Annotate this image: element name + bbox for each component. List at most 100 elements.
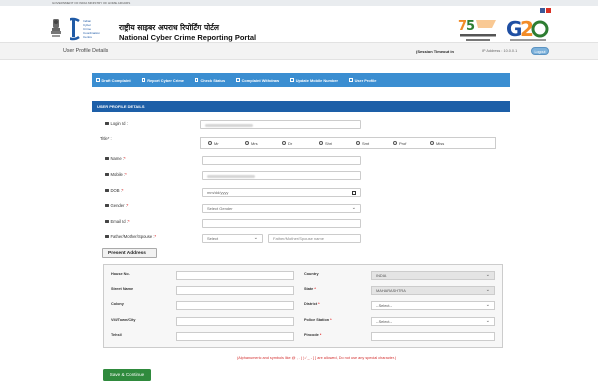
azadi-ka-amrit-mahotsav-logo-icon: 7 5: [458, 19, 496, 41]
street-name-field[interactable]: [176, 286, 294, 295]
login-id-field: [200, 120, 361, 129]
colony-label: Colony: [111, 302, 124, 306]
gender-label: Gender :*: [105, 203, 128, 208]
district-select[interactable]: --Select--: [371, 301, 495, 310]
email-field[interactable]: [202, 219, 361, 228]
nav-label: User Profile: [354, 77, 377, 83]
nav-draft-complaint[interactable]: Draft Complaint: [96, 78, 131, 83]
country-label: Country: [304, 272, 319, 276]
radio-icon: [319, 141, 323, 145]
title-radio-group: Mr Mrs Dr Shri Smt Prof Miss: [200, 137, 496, 149]
colony-field[interactable]: [176, 301, 294, 310]
title-option-mrs[interactable]: Mrs: [238, 141, 275, 146]
city-field[interactable]: [176, 317, 294, 326]
required-mark: *: [126, 203, 129, 208]
withdraw-icon: [236, 78, 240, 82]
gender-text: Gender :: [110, 203, 127, 208]
gender-select[interactable]: Select Gender: [202, 204, 361, 213]
required-mark: *: [319, 333, 322, 337]
envelope-icon: [105, 122, 109, 126]
relation-text: Father/Mother/Spouse :: [110, 234, 155, 239]
country-select[interactable]: INDIA: [371, 271, 495, 280]
phone-icon: [290, 78, 294, 82]
dob-label: DOB :*: [105, 188, 124, 193]
site-header: Indian Cyber Crime Coordination Centre र…: [0, 6, 598, 42]
title-option-miss[interactable]: Miss: [423, 141, 460, 146]
title-opt-label: Mrs: [251, 140, 258, 146]
user-icon: [105, 157, 109, 161]
subheader-bar: User Profile Details (Session Timeout in…: [0, 42, 598, 60]
title-opt-label: Smt: [362, 140, 370, 146]
name-label: Name :*: [105, 156, 126, 161]
email-label: Email Id :*: [105, 219, 130, 224]
portal-title-english: National Cyber Crime Reporting Portal: [119, 33, 257, 42]
nav-label: Update Mobile Number: [295, 77, 339, 83]
nav-report-cyber-crime[interactable]: Report Cyber Crime: [141, 77, 184, 83]
nav-label: Complaint Withdraw: [241, 77, 280, 83]
relation-select[interactable]: Select: [202, 234, 263, 243]
portal-title-hindi: राष्ट्रीय साइबर अपराध रिपोर्टिंग पोर्टल: [119, 23, 220, 32]
ip-address: IP Address : 10.0.0.1: [482, 49, 518, 53]
logout-button[interactable]: Logout: [531, 47, 549, 55]
required-mark: *: [318, 302, 320, 306]
state-text: State: [304, 287, 314, 291]
title-option-smt[interactable]: Smt: [349, 141, 386, 146]
social-icons[interactable]: [540, 7, 552, 15]
present-address-button[interactable]: Present Address: [102, 248, 157, 258]
calendar-icon[interactable]: [352, 191, 356, 195]
save-continue-button[interactable]: Save & Continue: [103, 369, 151, 381]
nav-complaint-withdraw[interactable]: Complaint Withdraw: [236, 78, 279, 83]
national-emblem-icon: [51, 19, 61, 37]
radio-icon: [393, 141, 397, 145]
district-text: District: [304, 302, 318, 306]
user-icon: [349, 78, 353, 82]
dob-placeholder: mm/dd/yyyy: [207, 190, 229, 195]
nav-check-status[interactable]: Check Status: [194, 77, 226, 83]
g20-logo-icon: G 2: [506, 17, 549, 41]
title-label: Title* :: [100, 136, 112, 141]
police-station-select[interactable]: --Select--: [371, 317, 495, 326]
pincode-field[interactable]: [371, 332, 495, 341]
i4c-logo-icon: Indian Cyber Crime Coordination Centre: [70, 17, 100, 41]
title-option-prof[interactable]: Prof: [386, 141, 423, 146]
page-title: User Profile Details: [63, 48, 109, 54]
title-option-dr[interactable]: Dr: [275, 141, 312, 146]
police-station-text: Police Station: [304, 318, 330, 322]
main-nav: Draft Complaint Report Cyber Crime Check…: [92, 73, 510, 87]
envelope-icon: [105, 204, 109, 208]
required-mark: *: [121, 188, 124, 193]
document-icon: [96, 78, 100, 82]
nav-update-mobile[interactable]: Update Mobile Number: [290, 78, 338, 83]
login-id-text: Login Id :: [110, 121, 128, 126]
tehsil-label: Tehsil: [111, 333, 122, 337]
login-id-label: Login Id :: [105, 121, 128, 126]
radio-icon: [430, 141, 434, 145]
radio-icon: [245, 141, 249, 145]
title-option-shri[interactable]: Shri: [312, 141, 349, 146]
mobile-text: Mobile :: [110, 172, 126, 177]
dob-input[interactable]: mm/dd/yyyy: [202, 188, 361, 197]
nav-user-profile[interactable]: User Profile: [349, 78, 376, 83]
phone-icon: [105, 173, 109, 177]
radio-icon: [282, 141, 286, 145]
nav-label: Check Status: [200, 77, 226, 83]
nav-label: Draft Complaint: [101, 77, 131, 83]
house-no-label: House No.: [111, 272, 130, 276]
house-no-field[interactable]: [176, 271, 294, 280]
relation-placeholder: Father/Mother/Spouse name: [273, 236, 324, 241]
input-rules-note: (Alphanumeric and symbols like @ , . ( )…: [237, 356, 397, 360]
title-opt-label: Mr: [214, 140, 219, 146]
dob-text: DOB :: [110, 188, 122, 193]
title-opt-label: Miss: [436, 140, 445, 146]
name-field[interactable]: [202, 156, 361, 165]
tehsil-field[interactable]: [176, 332, 294, 341]
envelope-icon: [105, 220, 109, 224]
status-icon: [194, 78, 199, 82]
nav-label: Report Cyber Crime: [147, 77, 184, 83]
state-select[interactable]: MAHARASHTRA: [371, 286, 495, 295]
relation-name-input[interactable]: Father/Mother/Spouse name: [268, 234, 361, 243]
district-label: District *: [304, 302, 320, 306]
required-mark: *: [127, 219, 130, 224]
session-timeout: (Session Timeout in: [416, 49, 454, 54]
title-option-mr[interactable]: Mr: [201, 141, 238, 146]
